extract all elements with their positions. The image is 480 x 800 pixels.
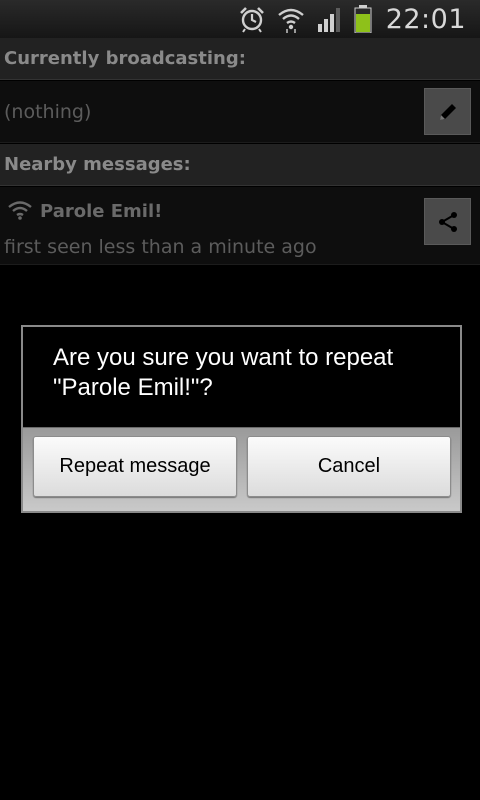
dialog-button-bar: Repeat message Cancel [23, 427, 460, 511]
wifi-icon [8, 201, 32, 220]
share-icon [438, 211, 457, 232]
message-subtitle: first seen less than a minute ago [4, 236, 317, 258]
cancel-button[interactable]: Cancel [247, 436, 451, 497]
message-row[interactable]: Parole Emil! first seen less than a minu… [0, 187, 480, 265]
message-title: Parole Emil! [40, 201, 163, 222]
alarm-icon [239, 7, 264, 33]
edit-button[interactable] [424, 88, 471, 135]
repeat-message-button[interactable]: Repeat message [33, 436, 237, 497]
broadcasting-row: (nothing) [0, 81, 480, 143]
nearby-header: Nearby messages: [0, 144, 480, 186]
broadcasting-header: Currently broadcasting: [0, 38, 480, 80]
confirm-dialog: Are you sure you want to repeat "Parole … [21, 325, 462, 513]
status-bar: 22:01 [0, 0, 480, 38]
signal-icon [317, 8, 340, 32]
dialog-message: Are you sure you want to repeat "Parole … [53, 344, 394, 401]
share-button[interactable] [424, 198, 471, 245]
pencil-icon [439, 103, 456, 120]
battery-icon [354, 5, 372, 33]
status-clock: 22:01 [385, 3, 466, 35]
wifi-icon [277, 8, 304, 33]
broadcasting-value: (nothing) [4, 101, 92, 123]
